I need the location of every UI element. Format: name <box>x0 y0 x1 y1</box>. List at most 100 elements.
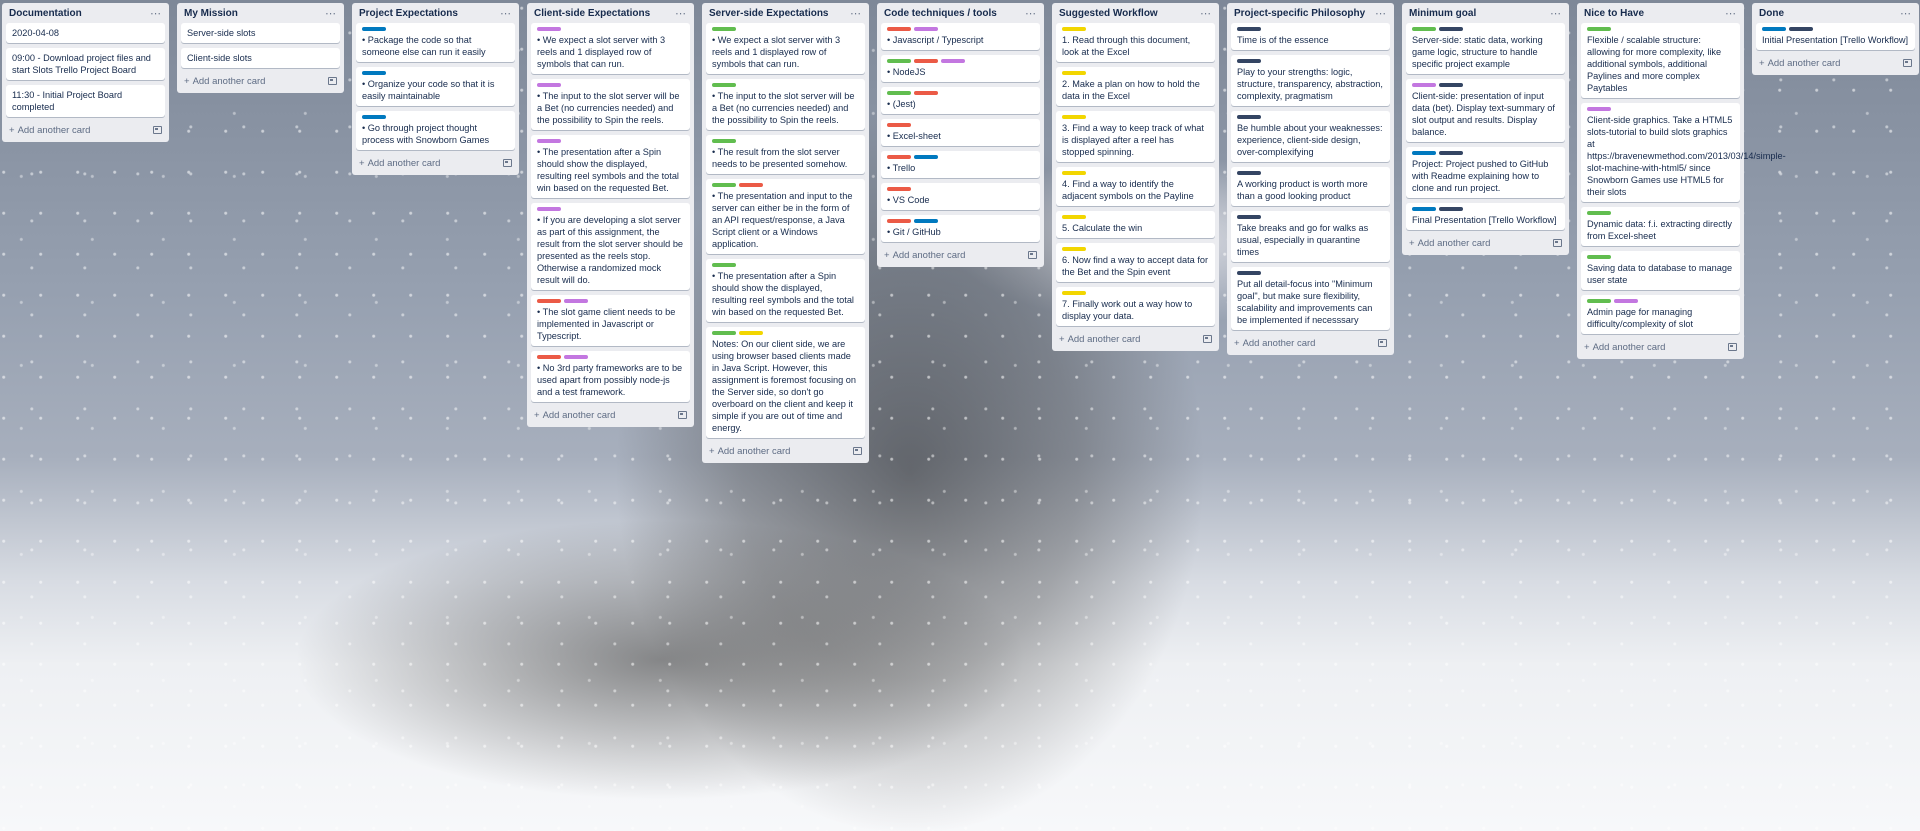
card[interactable]: • We expect a slot server with 3 reels a… <box>706 23 865 74</box>
card[interactable]: Admin page for managing difficulty/compl… <box>1581 295 1740 334</box>
add-card-button[interactable]: + Add another card <box>9 125 90 136</box>
card[interactable]: Project: Project pushed to GitHub with R… <box>1406 147 1565 198</box>
list-header[interactable]: Nice to Have ⋯ <box>1581 3 1740 23</box>
list[interactable]: Code techniques / tools ⋯ • Javascript / T… <box>877 3 1044 267</box>
card[interactable]: 09:00 - Download project files and start… <box>6 48 165 80</box>
card[interactable]: • Excel-sheet <box>881 119 1040 146</box>
list-menu-icon[interactable]: ⋯ <box>1550 7 1562 20</box>
list-menu-icon[interactable]: ⋯ <box>1375 7 1387 20</box>
card[interactable]: • NodeJS <box>881 55 1040 82</box>
list[interactable]: My Mission ⋯ Server-side slots Client-side … <box>177 3 344 93</box>
card[interactable]: 4. Find a way to identify the adjacent s… <box>1056 167 1215 206</box>
list-menu-icon[interactable]: ⋯ <box>325 7 337 20</box>
card[interactable]: 2. Make a plan on how to hold the data i… <box>1056 67 1215 106</box>
card[interactable]: Server-side: static data, working game l… <box>1406 23 1565 74</box>
list-menu-icon[interactable]: ⋯ <box>1900 7 1912 20</box>
card[interactable]: Final Presentation [Trello Workflow] <box>1406 203 1565 230</box>
add-card-button[interactable]: + Add another card <box>1409 238 1490 249</box>
card[interactable]: • Go through project thought process wit… <box>356 111 515 150</box>
list-header[interactable]: Project-specific Philosophy ⋯ <box>1231 3 1390 23</box>
list-header[interactable]: Suggested Workflow ⋯ <box>1056 3 1215 23</box>
list-title[interactable]: Minimum goal <box>1409 8 1476 19</box>
card[interactable]: Server-side slots <box>181 23 340 43</box>
list-header[interactable]: Done ⋯ <box>1756 3 1915 23</box>
list-menu-icon[interactable]: ⋯ <box>1025 7 1037 20</box>
list[interactable]: Suggested Workflow ⋯ 1. Read through this … <box>1052 3 1219 351</box>
card[interactable]: • Organize your code so that it is easil… <box>356 67 515 106</box>
card-template-icon[interactable] <box>1728 343 1737 351</box>
card[interactable]: • VS Code <box>881 183 1040 210</box>
add-card-button[interactable]: + Add another card <box>534 410 615 421</box>
card-template-icon[interactable] <box>1378 339 1387 347</box>
list[interactable]: Minimum goal ⋯ Server-side: static data, w… <box>1402 3 1569 255</box>
card[interactable]: • If you are developing a slot server as… <box>531 203 690 290</box>
list-header[interactable]: Client-side Expectations ⋯ <box>531 3 690 23</box>
card[interactable]: Notes: On our client side, we are using … <box>706 327 865 438</box>
card[interactable]: 7. Finally work out a way how to display… <box>1056 287 1215 326</box>
card-template-icon[interactable] <box>678 411 687 419</box>
list-title[interactable]: Server-side Expectations <box>709 8 829 19</box>
add-card-button[interactable]: + Add another card <box>884 250 965 261</box>
card[interactable]: • The presentation after a Spin should s… <box>531 135 690 198</box>
add-card-button[interactable]: + Add another card <box>1059 334 1140 345</box>
list-header[interactable]: Minimum goal ⋯ <box>1406 3 1565 23</box>
card-template-icon[interactable] <box>328 77 337 85</box>
card[interactable]: Client-side graphics. Take a HTML5 slots… <box>1581 103 1786 202</box>
card[interactable]: Play to your strengths: logic, structure… <box>1231 55 1390 106</box>
list-title[interactable]: My Mission <box>184 8 238 19</box>
list-menu-icon[interactable]: ⋯ <box>500 7 512 20</box>
card[interactable]: • The presentation after a Spin should s… <box>706 259 865 322</box>
add-card-button[interactable]: + Add another card <box>1759 58 1840 69</box>
card[interactable]: A working product is worth more than a g… <box>1231 167 1390 206</box>
card[interactable]: • The input to the slot server will be a… <box>531 79 690 130</box>
card-template-icon[interactable] <box>853 447 862 455</box>
list-header[interactable]: My Mission ⋯ <box>181 3 340 23</box>
card[interactable]: 11:30 - Initial Project Board completed <box>6 85 165 117</box>
card[interactable]: • Git / GitHub <box>881 215 1040 242</box>
card[interactable]: 1. Read through this document, look at t… <box>1056 23 1215 62</box>
card[interactable]: Client-side: presentation of input data … <box>1406 79 1565 142</box>
list[interactable]: Done ⋯ Initial Presentation [Trello Workfl… <box>1752 3 1919 75</box>
add-card-button[interactable]: + Add another card <box>709 446 790 457</box>
card[interactable]: • (Jest) <box>881 87 1040 114</box>
list-title[interactable]: Suggested Workflow <box>1059 8 1158 19</box>
list[interactable]: Project-specific Philosophy ⋯ Time is of t… <box>1227 3 1394 355</box>
card[interactable]: Client-side slots <box>181 48 340 68</box>
card[interactable]: • The input to the slot server will be a… <box>706 79 865 130</box>
list-title[interactable]: Nice to Have <box>1584 8 1644 19</box>
add-card-button[interactable]: + Add another card <box>1584 342 1665 353</box>
list[interactable]: Documentation ⋯ 2020-04-08 09:00 - Download… <box>2 3 169 142</box>
card[interactable]: Put all detail-focus into "Minimum goal"… <box>1231 267 1390 330</box>
card[interactable]: Initial Presentation [Trello Workflow] <box>1756 23 1915 50</box>
add-card-button[interactable]: + Add another card <box>184 76 265 87</box>
card[interactable]: 6. Now find a way to accept data for the… <box>1056 243 1215 282</box>
card[interactable]: • No 3rd party frameworks are to be used… <box>531 351 690 402</box>
list-title[interactable]: Code techniques / tools <box>884 8 997 19</box>
card[interactable]: • The presentation and input to the serv… <box>706 179 865 254</box>
list-header[interactable]: Server-side Expectations ⋯ <box>706 3 865 23</box>
list-title[interactable]: Project Expectations <box>359 8 458 19</box>
card[interactable]: Saving data to database to manage user s… <box>1581 251 1740 290</box>
list-header[interactable]: Project Expectations ⋯ <box>356 3 515 23</box>
card[interactable]: • Trello <box>881 151 1040 178</box>
list-header[interactable]: Documentation ⋯ <box>6 3 165 23</box>
list-title[interactable]: Documentation <box>9 8 82 19</box>
list-header[interactable]: Code techniques / tools ⋯ <box>881 3 1040 23</box>
card[interactable]: Time is of the essence <box>1231 23 1390 50</box>
card[interactable]: 2020-04-08 <box>6 23 165 43</box>
list-menu-icon[interactable]: ⋯ <box>1725 7 1737 20</box>
list-menu-icon[interactable]: ⋯ <box>850 7 862 20</box>
card[interactable]: 5. Calculate the win <box>1056 211 1215 238</box>
card-template-icon[interactable] <box>1903 59 1912 67</box>
list-title[interactable]: Project-specific Philosophy <box>1234 8 1365 19</box>
list[interactable]: Client-side Expectations ⋯ • We expect a s… <box>527 3 694 427</box>
card[interactable]: Dynamic data: f.i. extracting directly f… <box>1581 207 1740 246</box>
list-title[interactable]: Done <box>1759 8 1784 19</box>
card[interactable]: Be humble about your weaknesses: experie… <box>1231 111 1390 162</box>
card[interactable]: • The slot game client needs to be imple… <box>531 295 690 346</box>
card-template-icon[interactable] <box>1553 239 1562 247</box>
card-template-icon[interactable] <box>1203 335 1212 343</box>
card[interactable]: Flexible / scalable structure: allowing … <box>1581 23 1740 98</box>
card-template-icon[interactable] <box>1028 251 1037 259</box>
list[interactable]: Server-side Expectations ⋯ • We expect a s… <box>702 3 869 463</box>
